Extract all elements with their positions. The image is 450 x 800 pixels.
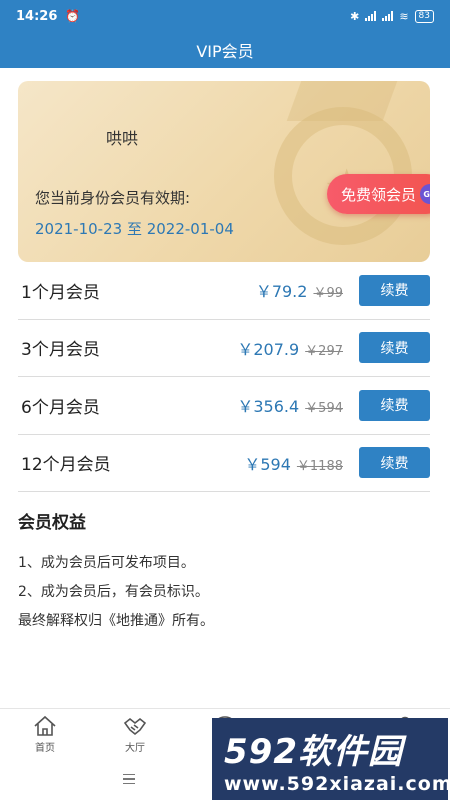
watermark-logo: 592软件园 www.592xiazai.com	[212, 718, 450, 800]
plan-name: 3个月会员	[21, 340, 100, 361]
benefit-line: 1、成为会员后可发布项目。	[18, 555, 195, 571]
benefits-title: 会员权益	[18, 513, 86, 533]
plan-original-price: ￥594	[305, 401, 343, 417]
renew-button[interactable]: 续费	[359, 332, 430, 364]
free-vip-button[interactable]: 免费领会员 GO	[326, 174, 430, 214]
page-title: VIP会员	[196, 42, 254, 61]
renew-button[interactable]: 续费	[359, 447, 430, 479]
plan-prices: ￥207.9 ￥297	[237, 336, 343, 360]
plan-price: ￥207.9	[237, 339, 300, 359]
plan-original-price: ￥99	[313, 286, 343, 302]
battery-icon: 83	[414, 9, 434, 23]
user-name: 哄哄	[106, 129, 139, 148]
signal-icon	[365, 11, 377, 21]
free-vip-button-label: 免费领会员	[340, 185, 416, 204]
handshake-icon	[123, 717, 147, 736]
benefit-line: 2、成为会员后，有会员标识。	[18, 584, 209, 600]
watermark-sub: www.592xiazai.com	[224, 772, 450, 795]
tab-hall[interactable]: 大厅	[90, 709, 180, 758]
plan-row: 3个月会员 ￥207.9 ￥297 续费	[18, 320, 430, 377]
plan-original-price: ￥297	[305, 343, 343, 359]
plan-list: 1个月会员 ￥79.2 ￥99 续费 3个月会员 ￥207.9 ￥297 续费 …	[18, 262, 430, 492]
plan-prices: ￥594 ￥1188	[244, 451, 343, 475]
renew-button[interactable]: 续费	[359, 389, 430, 421]
plan-price: ￥594	[244, 454, 291, 474]
plan-name: 1个月会员	[21, 282, 100, 303]
alarm-icon: ⏰	[65, 9, 81, 23]
plan-name: 12个月会员	[21, 455, 111, 476]
home-icon	[34, 715, 56, 736]
go-badge: GO	[420, 184, 430, 204]
plan-prices: ￥79.2 ￥99	[256, 278, 343, 302]
status-time: 14:26	[16, 8, 58, 24]
validity-dates: 2021-10-23 至 2022-01-04	[35, 220, 234, 238]
plan-price: ￥356.4	[237, 397, 300, 417]
benefit-line: 最终解释权归《地推通》所有。	[18, 613, 214, 629]
plan-name: 6个月会员	[21, 397, 100, 418]
plan-row: 1个月会员 ￥79.2 ￥99 续费	[18, 262, 430, 320]
vip-card: ★ 哄哄 您当前身份会员有效期: 2021-10-23 至 2022-01-04…	[18, 81, 430, 262]
plan-row: 12个月会员 ￥594 ￥1188 续费	[18, 435, 430, 492]
benefits-section: 会员权益 1、成为会员后可发布项目。 2、成为会员后，有会员标识。 最终解释权归…	[18, 508, 430, 636]
validity-label: 您当前身份会员有效期:	[35, 189, 191, 207]
signal-icon-2	[382, 11, 394, 21]
plan-row: 6个月会员 ￥356.4 ￥594 续费	[18, 377, 430, 435]
wifi-icon: ≋	[399, 9, 409, 23]
plan-original-price: ￥1188	[296, 458, 343, 474]
bluetooth-icon: ✱	[350, 9, 360, 23]
tab-home[interactable]: 首页	[0, 709, 90, 758]
tab-label: 大厅	[125, 743, 145, 754]
plan-prices: ￥356.4 ￥594	[237, 393, 343, 417]
tab-label: 首页	[35, 743, 55, 754]
renew-button[interactable]: 续费	[359, 274, 430, 306]
status-bar: 14:26 ⏰ ✱ ≋ 83	[0, 0, 450, 32]
watermark-main: 592软件园	[224, 731, 403, 772]
title-bar: VIP会员	[0, 32, 450, 68]
plan-price: ￥79.2	[255, 282, 308, 302]
status-icons: ✱ ≋ 83	[350, 9, 434, 23]
menu-icon[interactable]	[122, 773, 135, 785]
